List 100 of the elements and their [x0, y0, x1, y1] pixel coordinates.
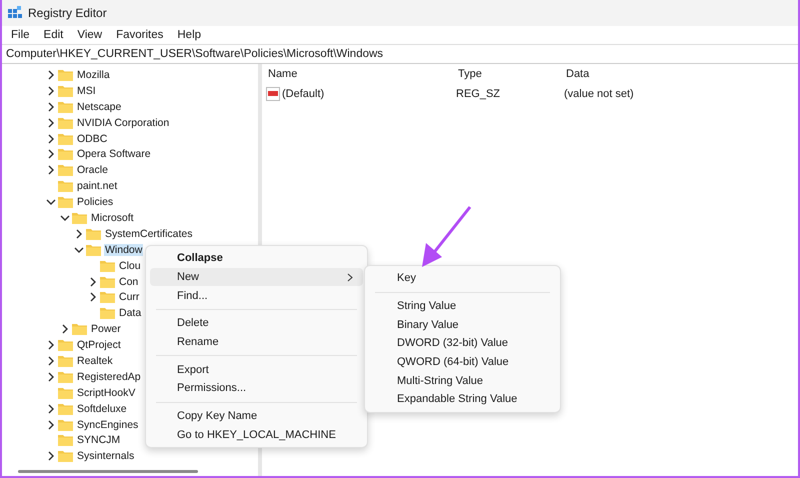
menu-item[interactable]: Permissions... — [150, 379, 363, 398]
string-value-icon — [266, 87, 280, 101]
tree-item[interactable]: ScriptHookV — [76, 386, 136, 399]
window-title: Registry Editor — [28, 6, 107, 20]
expand-chevron-icon[interactable] — [74, 228, 84, 239]
folder-icon — [58, 100, 73, 113]
tree-item[interactable]: Softdeluxe — [76, 402, 128, 415]
tree-item[interactable]: Realtek — [76, 354, 114, 367]
tree-item[interactable]: MSI — [76, 84, 97, 97]
tree-item[interactable]: RegisteredAp — [76, 370, 142, 383]
column-header[interactable]: Type — [456, 68, 564, 80]
tree-item[interactable]: ODBC — [76, 132, 108, 144]
expand-chevron-icon[interactable] — [46, 404, 56, 414]
menu-bar-item[interactable]: File — [4, 29, 37, 41]
table-cell-text: REG_SZ — [456, 88, 502, 100]
tree-item[interactable]: paint.net — [76, 180, 118, 192]
menu-item[interactable]: New — [150, 268, 363, 286]
folder-icon — [58, 339, 73, 352]
tree-item[interactable]: Power — [90, 323, 122, 336]
menu-item[interactable]: Rename — [150, 332, 363, 352]
menu-item[interactable]: DWORD (32-bit) Value — [369, 334, 556, 353]
folder-icon — [58, 68, 73, 81]
expand-chevron-icon[interactable] — [46, 340, 56, 350]
folder-icon — [58, 180, 73, 192]
table-cell: (Default) — [282, 88, 324, 100]
menu-bar-item[interactable]: View — [70, 29, 110, 41]
folder-icon — [86, 244, 101, 256]
expand-chevron-icon[interactable] — [46, 134, 56, 144]
expand-chevron-icon[interactable] — [46, 86, 56, 96]
collapse-chevron-icon[interactable] — [60, 212, 70, 223]
tree-item[interactable]: Con — [118, 276, 140, 288]
tree-item[interactable]: Sysinternals — [76, 450, 136, 462]
folder-icon — [58, 148, 73, 160]
menu-item[interactable]: QWORD (64-bit) Value — [369, 352, 556, 372]
menu-item[interactable]: Binary Value — [369, 315, 556, 334]
folder-icon — [58, 84, 73, 97]
folder-icon — [100, 307, 115, 320]
folder-icon — [58, 370, 73, 383]
folder-icon — [58, 116, 73, 129]
registry-cubes-icon — [8, 6, 22, 20]
tree-item[interactable]: Microsoft — [90, 212, 135, 224]
folder-icon — [72, 212, 87, 224]
menu-item[interactable]: Multi-String Value — [369, 371, 556, 390]
expand-chevron-icon[interactable] — [46, 165, 56, 176]
expand-chevron-icon[interactable] — [46, 356, 56, 366]
folder-icon — [100, 291, 115, 304]
menu-bar-item[interactable]: Favorites — [109, 29, 170, 41]
expand-chevron-icon[interactable] — [46, 102, 56, 112]
tree-item[interactable]: NVIDIA Corporation — [76, 116, 170, 129]
menu-bar-item[interactable]: Help — [170, 29, 208, 41]
expand-chevron-icon[interactable] — [46, 420, 56, 430]
menu-item[interactable]: Go to HKEY_LOCAL_MACHINE — [150, 426, 363, 444]
table-cell-text: (value not set) — [564, 88, 635, 100]
expand-chevron-icon[interactable] — [46, 118, 56, 128]
expand-chevron-icon[interactable] — [88, 276, 98, 287]
folder-icon — [100, 276, 115, 288]
submenu-chevron-icon — [347, 272, 353, 282]
folder-icon — [72, 323, 87, 336]
tree-item[interactable]: Window — [104, 244, 144, 256]
collapse-chevron-icon[interactable] — [74, 244, 84, 255]
tree-item[interactable]: Policies — [76, 196, 114, 208]
expand-chevron-icon[interactable] — [46, 372, 56, 382]
column-header[interactable]: Data — [564, 68, 798, 80]
folder-icon — [58, 196, 73, 208]
tree-item[interactable]: Oracle — [76, 164, 109, 176]
folder-icon — [58, 354, 73, 367]
folder-icon — [58, 418, 73, 431]
scrollbar-thumb[interactable] — [18, 470, 198, 472]
column-header[interactable]: Name — [266, 68, 456, 80]
folder-icon — [58, 386, 73, 399]
menu-item[interactable]: Collapse — [150, 249, 363, 268]
tree-item[interactable]: SystemCertificates — [104, 228, 194, 240]
menu-item[interactable]: Delete — [150, 314, 363, 333]
tree-item[interactable]: Netscape — [76, 100, 122, 113]
tree-item[interactable]: Clou — [118, 260, 142, 272]
menu-item[interactable]: String Value — [369, 296, 556, 316]
tree-item[interactable]: Mozilla — [76, 68, 111, 81]
expand-chevron-icon[interactable] — [88, 292, 98, 302]
folder-icon — [58, 402, 73, 415]
collapse-chevron-icon[interactable] — [46, 197, 56, 208]
tree-item[interactable]: QtProject — [76, 339, 122, 352]
expand-chevron-icon[interactable] — [46, 451, 56, 462]
folder-icon — [100, 260, 115, 272]
menu-item[interactable]: Expandable String Value — [369, 390, 556, 409]
menu-item[interactable]: Copy Key Name — [150, 406, 363, 426]
menu-bar-item[interactable]: Edit — [36, 29, 70, 41]
menu-item[interactable]: Key — [369, 269, 556, 288]
folder-icon — [58, 434, 73, 446]
address-bar[interactable]: Computer\HKEY_CURRENT_USER\Software\Policies\Microsoft\Windows — [2, 44, 798, 64]
tree-item[interactable]: Opera Software — [76, 148, 152, 160]
tree-item[interactable]: SyncEngines — [76, 418, 140, 431]
tree-item[interactable]: Data — [118, 307, 142, 320]
tree-item[interactable]: SYNCJM — [76, 434, 122, 446]
tree-item[interactable]: Curr — [118, 291, 140, 304]
expand-chevron-icon[interactable] — [60, 324, 70, 334]
menu-item[interactable]: Export — [150, 360, 363, 380]
expand-chevron-icon[interactable] — [46, 149, 56, 160]
menu-item[interactable]: Find... — [150, 286, 363, 306]
expand-chevron-icon[interactable] — [46, 70, 56, 80]
folder-icon — [58, 132, 73, 144]
